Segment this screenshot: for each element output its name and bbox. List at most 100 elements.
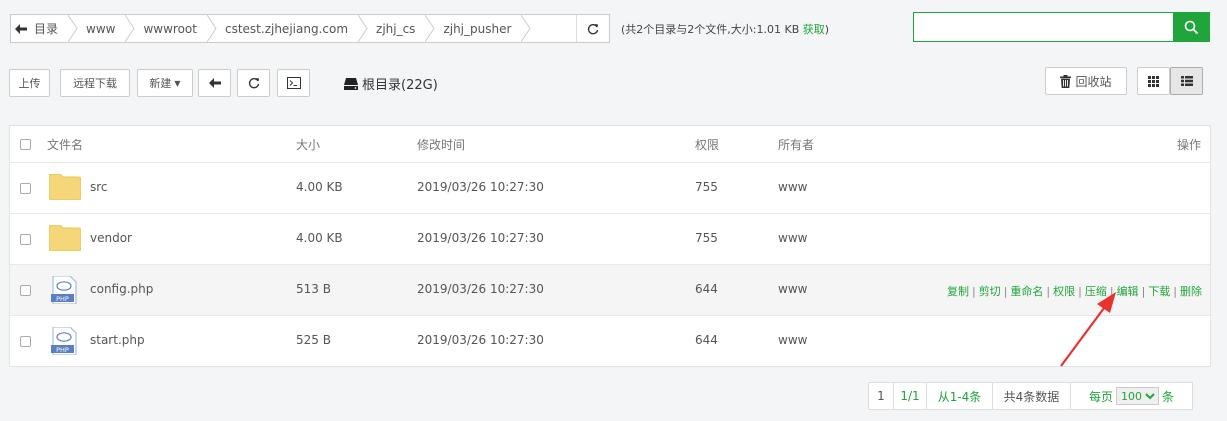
table-header: 文件名 大小 修改时间 权限 所有者 操作 bbox=[10, 126, 1210, 163]
trash-icon bbox=[1060, 74, 1072, 88]
search-button[interactable] bbox=[1173, 13, 1209, 41]
upload-button[interactable]: 上传 bbox=[9, 69, 50, 97]
file-mtime: 2019/03/26 10:27:30 bbox=[417, 231, 544, 245]
summary-close: ) bbox=[824, 23, 830, 36]
breadcrumb-separator bbox=[358, 15, 368, 42]
header-ops: 操作 bbox=[1176, 137, 1201, 152]
php-badge: PHP bbox=[56, 295, 69, 303]
ops-separator: | bbox=[1109, 285, 1114, 298]
ops-separator: | bbox=[1046, 285, 1051, 298]
terminal-button[interactable] bbox=[277, 69, 310, 97]
directory-summary: (共2个目录与2个文件,大小:1.01 KB 获取) bbox=[621, 21, 829, 37]
rename-link[interactable]: 重命名 bbox=[1010, 285, 1043, 298]
file-name[interactable]: src bbox=[90, 180, 108, 194]
breadcrumb-separator bbox=[125, 15, 136, 42]
edit-link[interactable]: 编辑 bbox=[1117, 285, 1139, 298]
header-mtime[interactable]: 修改时间 bbox=[417, 136, 465, 153]
row-checkbox[interactable] bbox=[20, 183, 31, 194]
breadcrumb-separator bbox=[206, 15, 217, 42]
grid-view-button[interactable] bbox=[1137, 67, 1170, 95]
file-mtime: 2019/03/26 10:27:30 bbox=[417, 333, 544, 347]
file-perm[interactable]: 755 bbox=[695, 180, 718, 194]
search-box bbox=[913, 12, 1210, 42]
file-owner: www bbox=[778, 180, 808, 194]
row-checkbox[interactable] bbox=[20, 285, 31, 296]
upload-label: 上传 bbox=[18, 77, 41, 90]
recycle-bin-button[interactable]: 回收站 bbox=[1045, 67, 1127, 95]
file-owner: www bbox=[778, 333, 808, 347]
per-page-select[interactable]: 100 bbox=[1116, 387, 1159, 405]
file-owner: www bbox=[778, 231, 808, 245]
header-perm[interactable]: 权限 bbox=[695, 136, 719, 153]
breadcrumb-item[interactable]: 目录 bbox=[31, 15, 68, 42]
remote-download-label: 远程下载 bbox=[73, 77, 117, 90]
table-row[interactable]: src 4.00 KB 2019/03/26 10:27:30 755 www bbox=[10, 163, 1210, 214]
search-input[interactable] bbox=[914, 13, 1173, 41]
php-file-icon: PHP bbox=[51, 276, 77, 304]
terminal-icon bbox=[286, 77, 301, 89]
file-size: 513 B bbox=[296, 282, 331, 296]
ops-separator: | bbox=[1173, 285, 1177, 298]
file-name[interactable]: config.php bbox=[90, 282, 153, 296]
file-owner: www bbox=[778, 282, 808, 296]
summary-text: (共2个目录与2个文件,大小:1.01 KB bbox=[621, 23, 803, 36]
new-dropdown-button[interactable]: 新建 ▼ bbox=[137, 69, 193, 97]
file-size: 525 B bbox=[296, 333, 331, 347]
compress-link[interactable]: 压缩 bbox=[1085, 285, 1107, 298]
select-all-checkbox[interactable] bbox=[20, 139, 31, 150]
table-row[interactable]: PHP config.php 513 B 2019/03/26 10:27:30… bbox=[10, 265, 1210, 316]
recycle-bin-label: 回收站 bbox=[1075, 74, 1112, 89]
disk-info[interactable]: 根目录(22G) bbox=[344, 74, 438, 93]
list-view-button[interactable] bbox=[1170, 67, 1203, 95]
breadcrumb-separator bbox=[68, 15, 78, 42]
header-owner[interactable]: 所有者 bbox=[778, 136, 814, 153]
page-range: 从1-4条 bbox=[927, 383, 993, 409]
refresh-icon[interactable] bbox=[576, 15, 609, 42]
caret-down-icon: ▼ bbox=[174, 78, 181, 88]
refresh-icon bbox=[248, 78, 259, 89]
refresh-button[interactable] bbox=[237, 69, 270, 97]
php-file-icon: PHP bbox=[51, 327, 77, 355]
cut-link[interactable]: 剪切 bbox=[979, 285, 1001, 298]
copy-link[interactable]: 复制 bbox=[947, 285, 969, 298]
back-button[interactable] bbox=[198, 69, 231, 97]
php-badge: PHP bbox=[56, 346, 69, 354]
breadcrumb-item[interactable]: www bbox=[78, 15, 125, 42]
per-page-unit: 条 bbox=[1162, 389, 1175, 404]
page-current[interactable]: 1 bbox=[869, 383, 894, 409]
download-link[interactable]: 下载 bbox=[1148, 285, 1170, 298]
file-name[interactable]: vendor bbox=[90, 231, 132, 245]
record-total: 共4条数据 bbox=[993, 383, 1071, 409]
file-mtime: 2019/03/26 10:27:30 bbox=[417, 282, 544, 296]
file-perm[interactable]: 755 bbox=[695, 231, 718, 245]
row-checkbox[interactable] bbox=[20, 234, 31, 245]
file-table: 文件名 大小 修改时间 权限 所有者 操作 src 4.00 KB 2019/0… bbox=[9, 125, 1211, 367]
file-perm[interactable]: 644 bbox=[695, 282, 718, 296]
file-name[interactable]: start.php bbox=[90, 333, 145, 347]
header-size[interactable]: 大小 bbox=[296, 136, 320, 153]
breadcrumb-item[interactable]: wwwroot bbox=[135, 15, 207, 42]
new-label: 新建 bbox=[149, 77, 172, 90]
delete-link[interactable]: 删除 bbox=[1180, 285, 1202, 298]
header-name[interactable]: 文件名 bbox=[47, 136, 83, 153]
file-perm[interactable]: 644 bbox=[695, 333, 718, 347]
pagination: 1 1/1 从1-4条 共4条数据 每页 100 条 bbox=[868, 382, 1193, 410]
row-actions: 复制 | 剪切 | 重命名 | 权限 | 压缩 | 编辑 | 下载 | 删除 bbox=[947, 283, 1202, 299]
ops-separator: | bbox=[1141, 285, 1146, 298]
page-total: 1/1 bbox=[894, 383, 927, 409]
folder-icon bbox=[49, 174, 81, 200]
ops-separator: | bbox=[1003, 285, 1008, 298]
back-arrow-icon[interactable] bbox=[11, 15, 31, 42]
breadcrumb-item[interactable]: zjhj_pusher bbox=[435, 15, 521, 42]
breadcrumb-item[interactable]: zjhj_cs bbox=[368, 15, 425, 42]
table-row[interactable]: vendor 4.00 KB 2019/03/26 10:27:30 755 w… bbox=[10, 214, 1210, 265]
permission-link[interactable]: 权限 bbox=[1053, 285, 1075, 298]
breadcrumb-item[interactable]: cstest.zjhejiang.com bbox=[217, 15, 358, 42]
remote-download-button[interactable]: 远程下载 bbox=[60, 69, 130, 97]
folder-icon bbox=[49, 225, 81, 251]
get-size-link[interactable]: 获取 bbox=[803, 23, 825, 36]
row-checkbox[interactable] bbox=[20, 336, 31, 347]
ops-separator: | bbox=[1078, 285, 1082, 298]
table-row[interactable]: PHP start.php 525 B 2019/03/26 10:27:30 … bbox=[10, 316, 1210, 367]
file-size: 4.00 KB bbox=[296, 231, 343, 245]
